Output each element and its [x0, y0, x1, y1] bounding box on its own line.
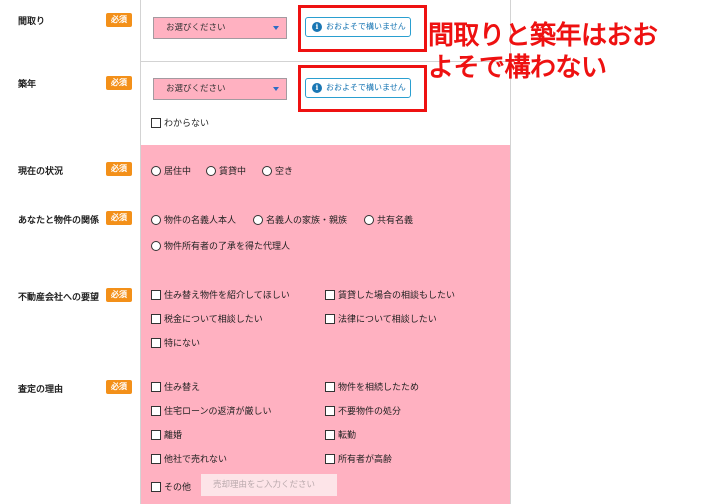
reason-check-unsold[interactable]: 他社で売れない [151, 452, 227, 465]
reason-check-transfer[interactable]: 転勤 [325, 428, 356, 441]
unknown-year-checkbox[interactable]: わからない [151, 116, 209, 129]
highlight-box-layout [298, 5, 427, 52]
row-status: 現在の状況 必須 居住中 賃貸中 空き [0, 145, 510, 196]
relation-radio-co-owner[interactable]: 共有名義 [364, 213, 413, 226]
required-badge: 必須 [106, 13, 132, 27]
required-badge: 必須 [106, 211, 132, 225]
annotation-text: 間取りと築年はおお よそで構わない [428, 21, 658, 83]
other-reason-input[interactable]: 売却理由をご入力ください [201, 474, 337, 496]
layout-select[interactable]: お選びください [153, 17, 287, 39]
row-label-layout: 間取り [18, 17, 46, 27]
required-badge: 必須 [106, 76, 132, 90]
built-year-select[interactable]: お選びください [153, 78, 287, 100]
reason-check-loan[interactable]: 住宅ローンの返済が厳しい [151, 404, 272, 417]
status-radio-rented[interactable]: 賃貸中 [206, 164, 246, 177]
relation-radio-owner[interactable]: 物件の名義人本人 [151, 213, 236, 226]
chevron-down-icon [273, 26, 279, 30]
reason-check-elderly[interactable]: 所有者が高齢 [325, 452, 392, 465]
status-radio-occupied[interactable]: 居住中 [151, 164, 191, 177]
required-badge: 必須 [106, 288, 132, 302]
row-request: 不動産会社への要望 必須 住み替え物件を紹介してほしい 賃貸した場合の相談もした… [0, 270, 510, 363]
relation-radio-family[interactable]: 名義人の家族・親族 [253, 213, 347, 226]
request-check-none[interactable]: 特にない [151, 336, 200, 349]
row-label-request: 不動産会社への要望 [18, 293, 100, 303]
relation-radio-agent[interactable]: 物件所有者の了承を得た代理人 [151, 239, 290, 252]
reason-check-divorce[interactable]: 離婚 [151, 428, 182, 441]
reason-check-inheritance[interactable]: 物件を相続したため [325, 380, 419, 393]
row-label-status: 現在の状況 [18, 167, 64, 177]
row-reason: 査定の理由 必須 住み替え 物件を相続したため 住宅ローンの返済が厳しい 不要物… [0, 362, 510, 504]
request-check-rental[interactable]: 賃貸した場合の相談もしたい [325, 288, 455, 301]
chevron-down-icon [273, 87, 279, 91]
status-radio-vacant[interactable]: 空き [262, 164, 293, 177]
row-relation: あなたと物件の関係 必須 物件の名義人本人 名義人の家族・親族 共有名義 物件所… [0, 195, 510, 271]
request-check-relocation[interactable]: 住み替え物件を紹介してほしい [151, 288, 290, 301]
row-label-relation: あなたと物件の関係 [18, 216, 100, 226]
reason-check-other[interactable]: その他 [151, 480, 191, 493]
row-label-reason: 査定の理由 [18, 385, 64, 395]
required-badge: 必須 [106, 380, 132, 394]
row-label-built-year: 築年 [18, 80, 37, 90]
highlight-box-built-year [298, 65, 427, 112]
request-check-tax[interactable]: 税金について相談したい [151, 312, 263, 325]
reason-check-disposal[interactable]: 不要物件の処分 [325, 404, 401, 417]
reason-check-relocation[interactable]: 住み替え [151, 380, 200, 393]
required-badge: 必須 [106, 162, 132, 176]
request-check-legal[interactable]: 法律について相談したい [325, 312, 437, 325]
